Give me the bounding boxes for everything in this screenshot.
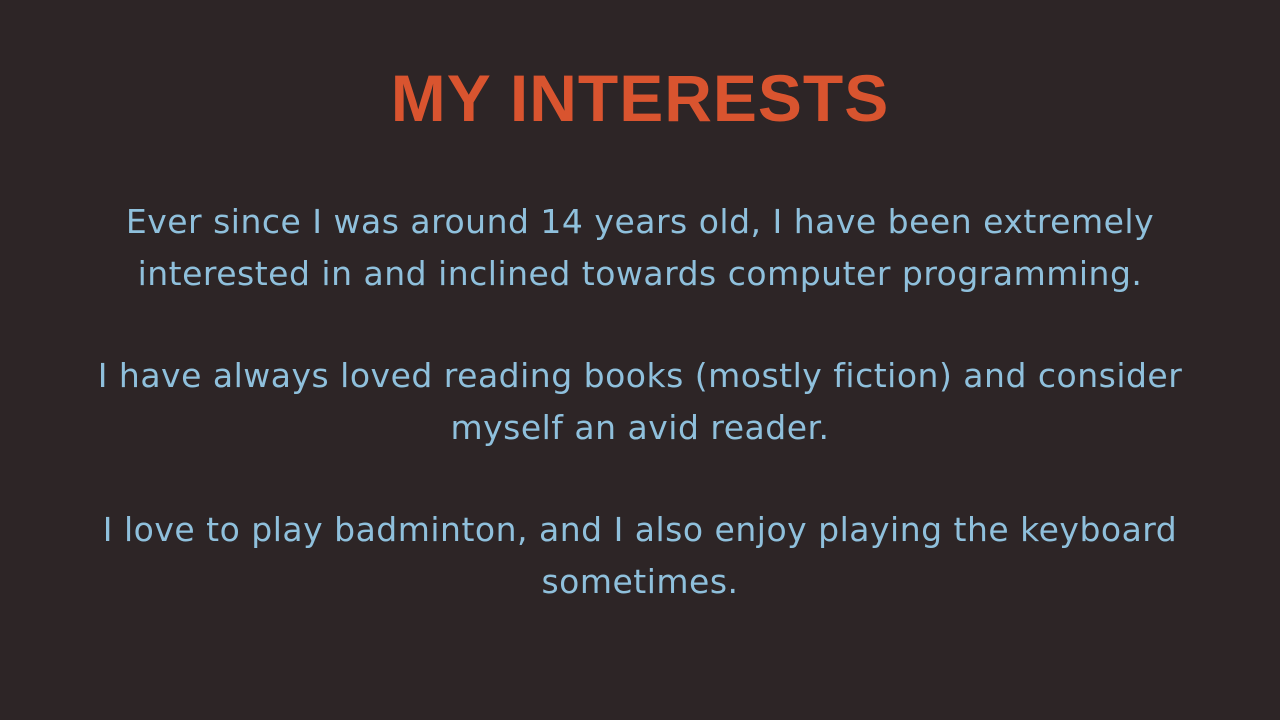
slide-body: Ever since I was around 14 years old, I … (60, 196, 1220, 658)
slide: MY INTERESTS Ever since I was around 14 … (0, 0, 1280, 720)
paragraph-programming: Ever since I was around 14 years old, I … (125, 202, 1155, 293)
paragraph-reading: I have always loved reading books (mostl… (97, 356, 1183, 447)
slide-title: MY INTERESTS (390, 61, 890, 135)
paragraph-hobbies: I love to play badminton, and I also enj… (102, 510, 1178, 601)
